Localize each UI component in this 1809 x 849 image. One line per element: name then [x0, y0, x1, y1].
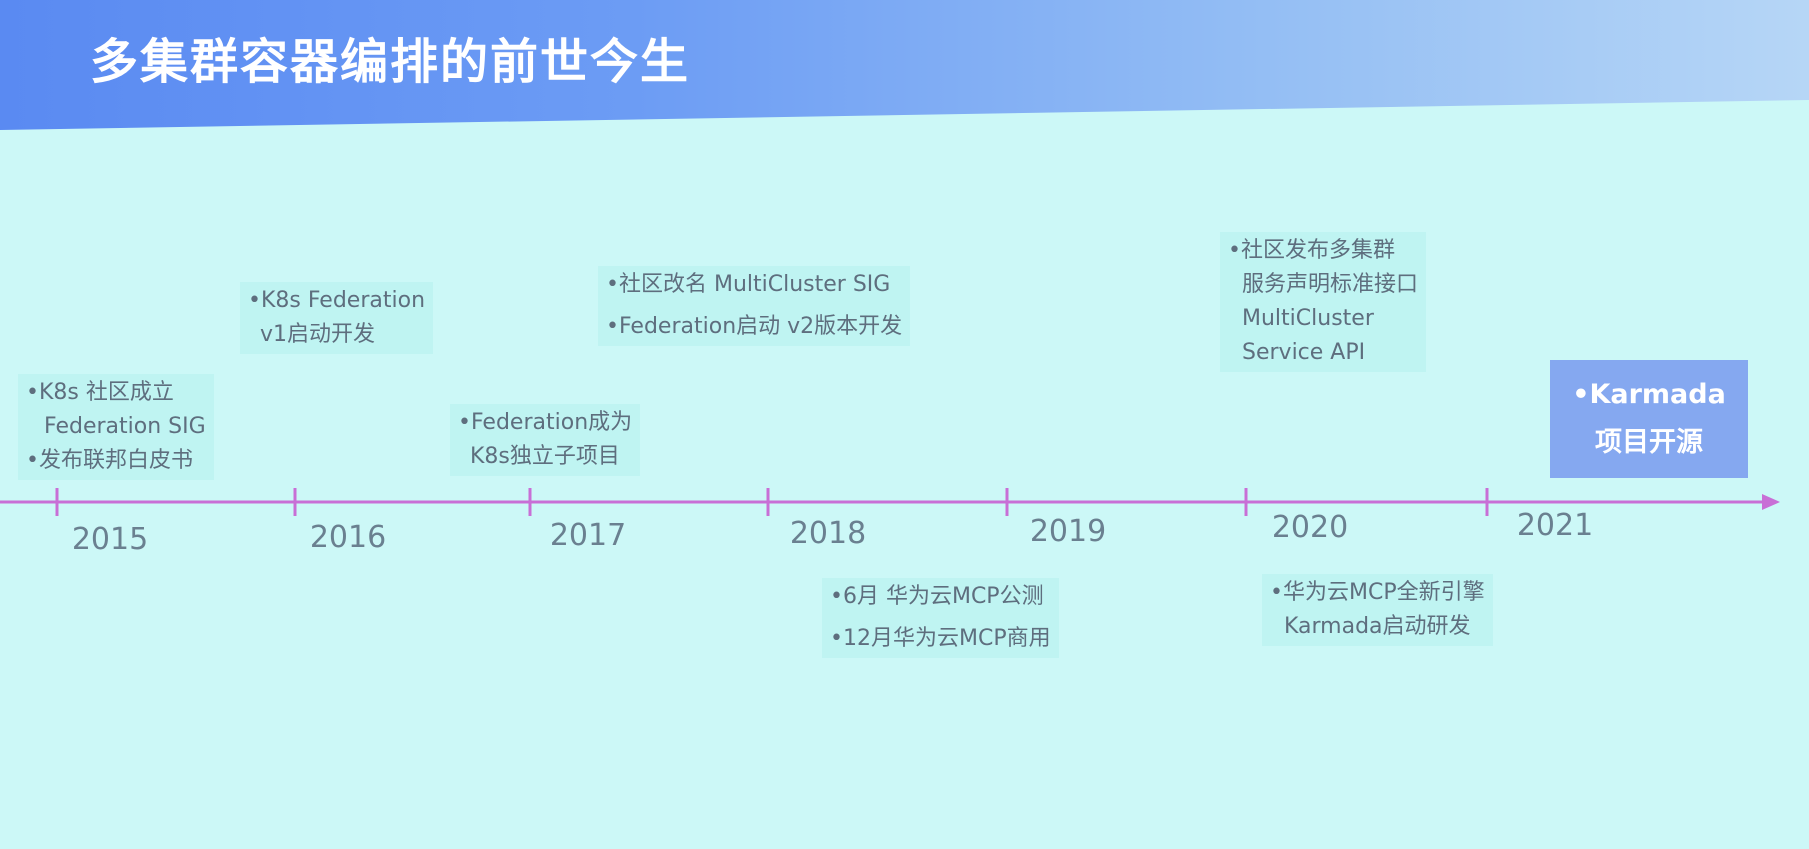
event-line: •社区改名 MultiCluster SIG: [606, 272, 891, 297]
event-line: •6月 华为云MCP公测: [830, 584, 1044, 609]
event-line: 服务声明标准接口: [1242, 272, 1419, 297]
event-note-2015: •K8s 社区成立 Federation SIG •发布联邦白皮书: [18, 374, 214, 480]
event-line: Service API: [1242, 340, 1366, 365]
highlight-line: 项目开源: [1595, 427, 1703, 458]
event-line: •社区发布多集群: [1228, 238, 1395, 263]
event-line: •华为云MCP全新引擎: [1270, 580, 1485, 605]
event-note-2020-above: •社区发布多集群 服务声明标准接口 MultiCluster Service A…: [1220, 232, 1427, 372]
highlight-box-2021: •Karmada 项目开源: [1550, 360, 1748, 478]
event-note-2017-2018: •社区改名 MultiCluster SIG •Federation启动 v2版…: [598, 266, 911, 346]
highlight-line: •Karmada: [1572, 379, 1726, 410]
event-line: •Federation启动 v2版本开发: [606, 314, 903, 339]
event-line: •发布联邦白皮书: [26, 448, 193, 473]
event-line: •Federation成为: [458, 410, 633, 435]
event-line: v1启动开发: [260, 322, 376, 347]
event-line: K8s独立子项目: [470, 444, 620, 469]
year-label: 2020: [1271, 510, 1349, 545]
year-label: 2019: [1029, 514, 1107, 549]
year-label: 2015: [71, 522, 149, 557]
year-label: 2021: [1516, 508, 1594, 543]
year-label: 2018: [789, 516, 867, 551]
event-line: Federation SIG: [44, 414, 206, 439]
event-line: Karmada启动研发: [1284, 614, 1471, 639]
event-line: MultiCluster: [1242, 306, 1374, 331]
timeline-arrowhead: [1762, 494, 1780, 510]
event-note-2018-below: •6月 华为云MCP公测 •12月华为云MCP商用: [822, 578, 1059, 658]
event-note-2016: •K8s Federation v1启动开发: [240, 282, 434, 354]
event-note-2020-below: •华为云MCP全新引擎 Karmada启动研发: [1262, 574, 1493, 646]
event-line: •K8s Federation: [248, 288, 426, 313]
event-line: •K8s 社区成立: [26, 380, 174, 405]
year-label: 2017: [549, 518, 627, 553]
event-note-2017: •Federation成为 K8s独立子项目: [450, 404, 641, 476]
event-line: •12月华为云MCP商用: [830, 626, 1051, 651]
timeline-axis: [0, 488, 1780, 516]
year-label: 2016: [309, 520, 387, 555]
